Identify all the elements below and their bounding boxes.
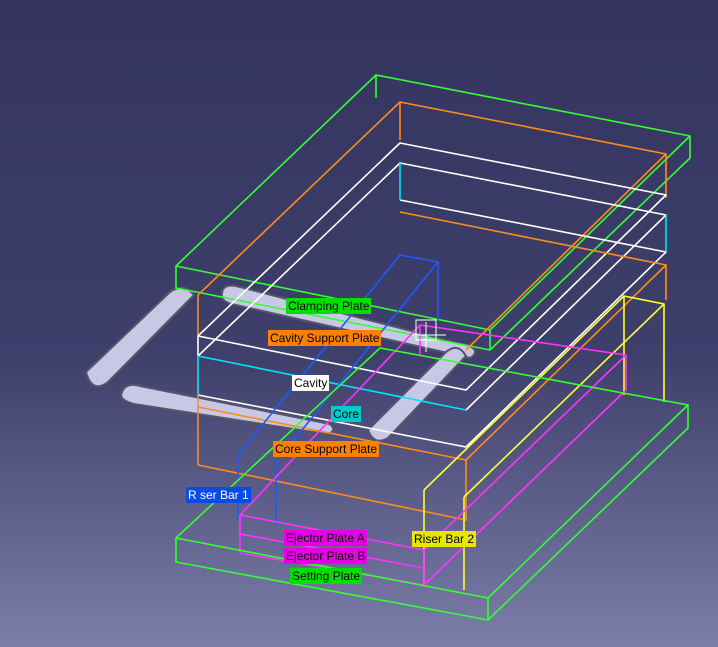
label-riser-bar-1[interactable]: R ser Bar 1: [186, 487, 251, 503]
label-core[interactable]: Core: [331, 406, 362, 422]
label-ejector-plate-b[interactable]: Ejector Plate B: [284, 548, 368, 564]
label-riser-bar-2[interactable]: Riser Bar 2: [412, 531, 477, 547]
label-clamping-plate[interactable]: Clamping Plate: [286, 298, 372, 314]
label-cavity[interactable]: Cavity: [292, 375, 330, 391]
label-core-support-plate[interactable]: Core Support Plate: [273, 441, 380, 457]
label-setting-plate[interactable]: Setting Plate: [290, 568, 363, 584]
3d-viewport[interactable]: Clamping Plate Cavity Support Plate Cavi…: [0, 0, 718, 647]
label-cavity-support-plate[interactable]: Cavity Support Plate: [268, 330, 382, 346]
label-ejector-plate-a[interactable]: Ejector Plate A: [284, 530, 367, 546]
